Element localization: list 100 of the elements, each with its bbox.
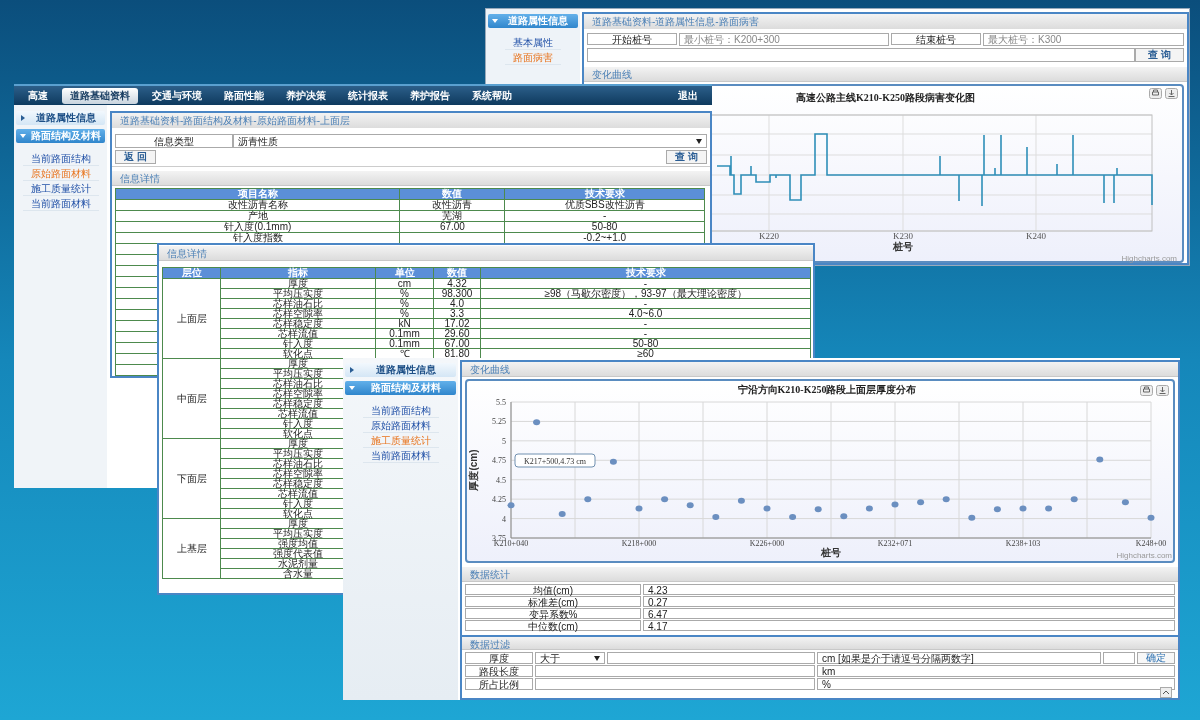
sidebar-item[interactable]: 当前路面结构 — [362, 404, 439, 418]
chart-title: 高速公路主线K210-K250路段病害变化图 — [796, 92, 975, 103]
axis-label: K248+00 — [1135, 539, 1167, 548]
type-select[interactable]: 沥青性质 — [233, 134, 707, 148]
sidebar-item[interactable]: 施工质量统计 — [22, 182, 99, 196]
table-cell: 67.00 — [433, 338, 481, 349]
select-value: 沥青性质 — [238, 135, 278, 147]
axis-label: K232+071 — [877, 539, 913, 548]
nav-tab[interactable]: 系统帮助 — [464, 87, 520, 104]
table-cell: 改性沥青名称 — [115, 199, 400, 211]
axis-label: 4 — [502, 514, 506, 524]
sidebar-item[interactable]: 原始路面材料 — [362, 419, 439, 433]
axis-label: 4.25 — [492, 495, 506, 505]
table-cell: 优质SBS改性沥青 — [504, 199, 705, 211]
download-icon — [1156, 385, 1169, 396]
table-cell: 芯样稳定度 — [220, 318, 376, 329]
credit-text: Highcharts.com — [1116, 551, 1172, 560]
value-field[interactable] — [607, 652, 815, 664]
table-cell: 上面层 — [162, 278, 221, 359]
section-header: 信息详情 — [159, 246, 813, 261]
field-label: 结束桩号 — [891, 33, 981, 45]
table-cell: 上基层 — [162, 518, 221, 579]
section-header: 信息详情 — [112, 171, 710, 186]
table-cell: 0.1mm — [375, 328, 434, 339]
stat-label: 标准差(cm) — [465, 596, 641, 607]
print-icon — [1140, 385, 1153, 396]
axis-label: K240 — [1026, 231, 1046, 241]
axis-label: K220 — [759, 231, 779, 241]
sidebar-item[interactable]: 当前路面材料 — [22, 197, 99, 211]
tooltip: K217+500,4.73 cm — [514, 453, 596, 468]
operator-select[interactable]: 大于 — [535, 652, 605, 664]
column-header: 指标 — [220, 267, 376, 279]
table-cell: 4.32 — [433, 278, 481, 289]
table-cell: ≥98（马歇尔密度），93-97（最大理论密度） — [480, 288, 811, 299]
table-cell: 3.3 — [433, 308, 481, 319]
caret-icon — [349, 385, 355, 391]
value-field[interactable] — [535, 665, 815, 677]
table-cell: 4.0~6.0 — [480, 308, 811, 319]
axis-title: 厚度(cm) — [468, 449, 479, 491]
nav-tab[interactable]: 养护报告 — [402, 87, 458, 104]
column-header: 技术要求 — [504, 188, 705, 200]
table-cell: 50-80 — [480, 338, 811, 349]
axis-label: 4.5 — [496, 475, 506, 485]
value-field[interactable] — [535, 678, 815, 690]
query-button[interactable]: 查 询 — [1135, 48, 1184, 62]
stat-label: 均值(cm) — [465, 584, 641, 595]
sidebar-group-header[interactable]: 道路属性信息 — [16, 111, 105, 125]
sidebar-item[interactable]: 当前路面结构 — [22, 152, 99, 166]
table-cell: % — [375, 298, 434, 309]
nav-tab[interactable]: 道路基础资料 — [62, 87, 138, 104]
table-cell: 改性沥青 — [400, 199, 505, 211]
nav-tab[interactable]: 路面性能 — [216, 87, 272, 104]
table-cell: 下面层 — [162, 438, 221, 519]
stat-label: 变异系数% — [465, 608, 641, 619]
nav-tab[interactable]: 高速 — [20, 87, 56, 104]
breadcrumb: 道路基础资料-道路属性信息-路面病害 — [584, 14, 1187, 29]
column-header: 项目名称 — [115, 188, 400, 200]
table-cell: cm — [375, 278, 434, 289]
scroll-top-icon — [1160, 687, 1172, 698]
sidebar-group-header[interactable]: 道路属性信息 — [345, 363, 456, 377]
query-button[interactable]: 查 询 — [666, 150, 707, 164]
table-cell: 67.00 — [400, 221, 505, 233]
section-header: 数据统计 — [462, 567, 1178, 582]
credit-text: Highcharts.com — [1121, 254, 1177, 263]
sidebar-item[interactable]: 当前路面材料 — [362, 449, 439, 463]
table-cell: 29.60 — [433, 328, 481, 339]
table-cell: 产地 — [115, 210, 400, 222]
chart-title: 宁沿方向K210-K250路段上面层厚度分布 — [737, 384, 917, 395]
table-cell: - — [480, 278, 811, 289]
confirm-button[interactable]: 确定 — [1137, 652, 1175, 664]
section-header: 变化曲线 — [584, 67, 1187, 82]
table-cell: - — [480, 298, 811, 309]
print-icon — [1149, 88, 1162, 99]
breadcrumb: 道路基础资料-路面结构及材料-原始路面材料-上面层 — [112, 113, 710, 128]
column-header: 数值 — [400, 188, 505, 200]
column-header: 数值 — [433, 267, 481, 279]
axis-title: 桩号 — [821, 547, 841, 558]
dropdown-arrow-icon — [594, 655, 600, 661]
axis-label: K238+103 — [1005, 539, 1041, 548]
filter-label: 路段长度 — [465, 665, 533, 677]
table-cell: 0.1mm — [375, 338, 434, 349]
dropdown-arrow-icon — [696, 138, 702, 144]
sidebar-item[interactable]: 基本属性 — [505, 36, 561, 50]
stat-label: 中位数(cm) — [465, 620, 641, 631]
start-field[interactable]: 最小桩号：K200+300 — [679, 33, 889, 46]
axis-title: 桩号 — [893, 241, 913, 252]
column-header: 层位 — [162, 267, 221, 279]
logout-link[interactable]: 退出 — [670, 89, 706, 102]
table-cell: 平均压实度 — [220, 288, 376, 299]
nav-tab[interactable]: 交通与环境 — [144, 87, 210, 104]
nav-tab[interactable]: 统计报表 — [340, 87, 396, 104]
table-cell: 98.300 — [433, 288, 481, 299]
table-cell: 芯样空隙率 — [220, 308, 376, 319]
end-field[interactable]: 最大桩号：K300 — [983, 33, 1184, 46]
field-label: 开始桩号 — [587, 33, 677, 45]
table-cell: 17.02 — [433, 318, 481, 329]
table-cell: % — [375, 308, 434, 319]
nav-tab[interactable]: 养护决策 — [278, 87, 334, 104]
value-field[interactable] — [1103, 652, 1135, 664]
back-button[interactable]: 返 回 — [115, 150, 156, 164]
